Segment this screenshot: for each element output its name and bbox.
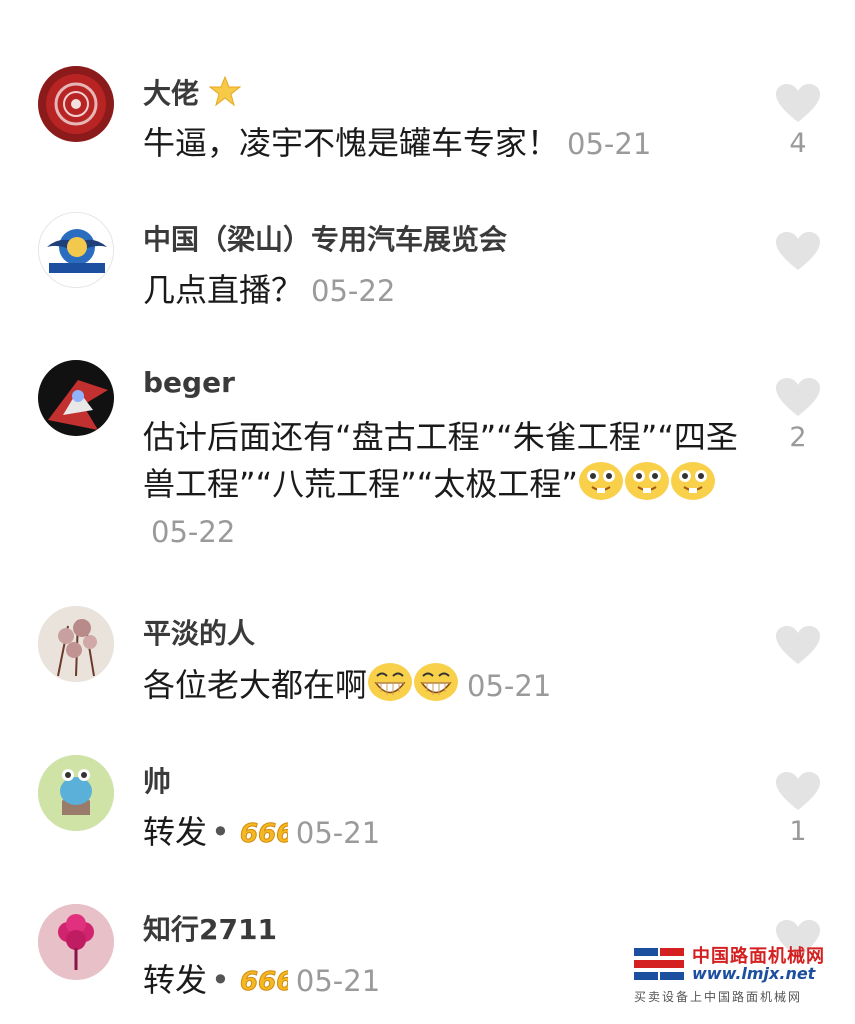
- avatar[interactable]: [38, 360, 114, 436]
- grin-emoji: [578, 461, 624, 501]
- svg-text:666: 666: [240, 819, 288, 846]
- like-count: 4: [789, 128, 807, 159]
- comment-text: 转发•66605-21: [143, 812, 381, 851]
- svg-text:666: 666: [240, 967, 288, 994]
- like-count: 1: [789, 816, 807, 847]
- avatar[interactable]: [38, 212, 114, 288]
- heart-icon[interactable]: [776, 378, 820, 418]
- comment-date: 05-22: [151, 515, 236, 549]
- heart-icon[interactable]: [776, 626, 820, 666]
- comment-text: 估计后面还有“盘古工程”“朱雀工程”“四圣兽工程”“八荒工程”“太极工程”05-…: [143, 418, 738, 549]
- username[interactable]: 帅: [143, 760, 171, 800]
- comment-text: 各位老大都在啊 05-21: [143, 662, 743, 710]
- avatar[interactable]: [38, 904, 114, 980]
- username[interactable]: 知行2711: [143, 908, 277, 948]
- avatar[interactable]: [38, 66, 114, 142]
- top-partial-icon: ˅: [784, 0, 795, 11]
- 666-sticker: 666: [239, 812, 294, 850]
- comment-date: 05-21: [467, 669, 552, 703]
- comment-text: 牛逼，凌宇不愧是罐车专家！ 05-21: [143, 124, 652, 162]
- heart-icon[interactable]: [776, 772, 820, 812]
- like-count: 2: [789, 422, 807, 453]
- heart-icon[interactable]: [776, 84, 820, 124]
- watermark-slogan: 买卖设备上中国路面机械网: [634, 990, 803, 1004]
- comment-date: 05-21: [295, 964, 381, 998]
- username[interactable]: 中国（梁山）专用汽车展览会: [143, 218, 507, 258]
- heart-icon[interactable]: [776, 232, 820, 272]
- grin-emoji: [624, 461, 670, 501]
- 666-sticker: 666: [239, 960, 294, 998]
- laugh-emoji: [413, 662, 459, 702]
- comment-text: 几点直播？ 05-22: [143, 271, 396, 309]
- star-icon: [208, 75, 242, 107]
- username[interactable]: 大佬: [143, 72, 242, 112]
- grin-emoji: [670, 461, 716, 501]
- avatar[interactable]: [38, 755, 114, 831]
- comment-date: 05-21: [295, 816, 381, 850]
- watermark-url: www.lmjx.net: [692, 964, 816, 983]
- watermark: 中国路面机械网 www.lmjx.net 买卖设备上中国路面机械网: [630, 940, 850, 1010]
- username[interactable]: 平淡的人: [143, 612, 255, 652]
- username[interactable]: beger: [143, 366, 235, 399]
- comment-date: 05-21: [567, 127, 652, 161]
- laugh-emoji: [367, 662, 413, 702]
- comment-date: 05-22: [311, 274, 396, 308]
- watermark-logo-icon: [634, 948, 684, 980]
- avatar[interactable]: [38, 606, 114, 682]
